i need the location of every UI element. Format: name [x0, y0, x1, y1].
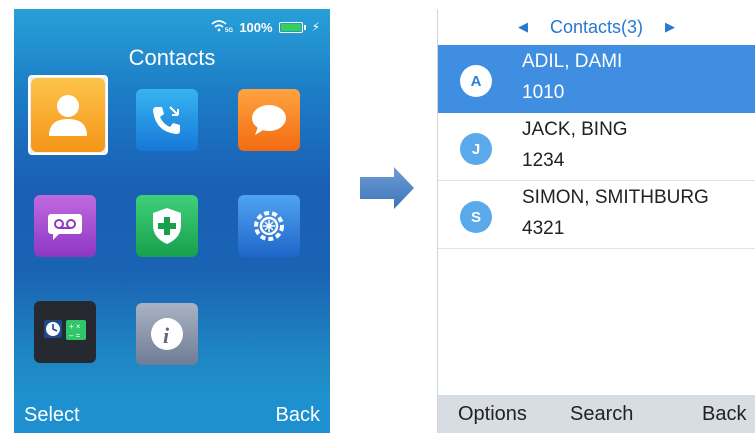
softkey-bar: Options Search Back [438, 395, 755, 433]
wifi-5g-icon: 5G [211, 19, 234, 36]
call-history-icon [136, 89, 198, 151]
app-info[interactable]: i [136, 303, 198, 365]
prev-arrow-icon[interactable]: ◀ [518, 19, 528, 35]
contacts-title: Contacts(3) [549, 16, 644, 37]
contacts-header: ◀ Contacts(3) ▶ [438, 9, 755, 45]
app-settings[interactable] [238, 195, 300, 257]
contact-name: JACK, BING [522, 119, 628, 140]
voicemail-icon [34, 195, 96, 257]
info-icon: i [136, 303, 198, 365]
avatar: A [460, 65, 492, 97]
battery-icon [278, 21, 303, 33]
avatar: S [460, 201, 492, 233]
contacts-icon [31, 78, 105, 152]
shield-icon [136, 195, 198, 257]
charging-icon: ⚡ [311, 20, 320, 34]
settings-icon [238, 195, 300, 257]
main-menu-screen: 5G 100% ⚡ Contacts + × – = i Select Back [14, 9, 330, 433]
page-title: Contacts [128, 45, 216, 70]
status-bar: 5G 100% ⚡ [211, 19, 320, 35]
battery-percent: 100% [239, 19, 273, 35]
app-messages[interactable] [238, 89, 300, 151]
app-emergency[interactable] [136, 195, 198, 257]
svg-text:– =: – = [69, 331, 81, 340]
contact-number: 1234 [522, 150, 565, 171]
next-arrow-icon[interactable]: ▶ [665, 19, 675, 35]
softkey-back[interactable]: Back [276, 404, 320, 427]
app-voicemail[interactable] [34, 195, 96, 257]
svg-text:i: i [163, 323, 170, 348]
contact-row[interactable]: S SIMON, SMITHBURG 4321 [438, 181, 755, 249]
softkey-back[interactable]: Back [702, 403, 746, 426]
contacts-list-screen: ◀ Contacts(3) ▶ A ADIL, DAMI 1010 J JACK… [437, 9, 755, 433]
contact-row[interactable]: J JACK, BING 1234 [438, 113, 755, 181]
contact-name: ADIL, DAMI [522, 51, 623, 72]
contact-name: SIMON, SMITHBURG [522, 187, 709, 208]
svg-text:5G: 5G [225, 28, 233, 33]
softkey-select[interactable]: Select [24, 404, 80, 427]
app-call-history[interactable] [136, 89, 198, 151]
contact-number: 1010 [522, 82, 565, 103]
transition-arrow-icon [358, 165, 416, 216]
svg-text:+ ×: + × [69, 322, 81, 331]
softkey-search[interactable]: Search [570, 403, 633, 426]
avatar: J [460, 133, 492, 165]
contact-number: 4321 [522, 218, 565, 239]
messages-icon [238, 89, 300, 151]
app-contacts[interactable] [28, 75, 108, 155]
softkey-bar: Select Back [14, 397, 330, 433]
contact-row[interactable]: A ADIL, DAMI 1010 [438, 45, 755, 113]
tools-icon: + × – = [34, 301, 96, 363]
softkey-options[interactable]: Options [458, 403, 527, 426]
app-tools[interactable]: + × – = [34, 301, 96, 363]
battery-tip [303, 24, 306, 30]
